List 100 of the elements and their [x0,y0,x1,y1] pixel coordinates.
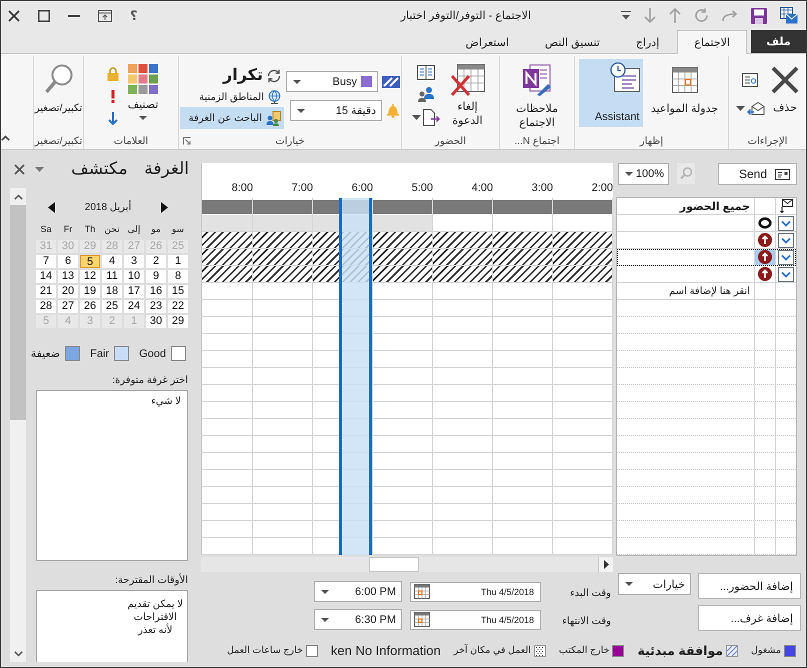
ribbon-tab[interactable]: تنسيق النص [526,30,618,53]
send-button[interactable]: Send [718,163,797,185]
view-button[interactable]: جدولة المواعيد [644,59,724,118]
maximize-icon[interactable] [38,10,50,22]
calendar-icon[interactable] [414,584,430,599]
envelope-icon[interactable] [746,101,764,115]
column-header[interactable]: جميع الحضور [680,200,750,212]
calendar-day[interactable]: 6 [58,255,78,268]
save-icon[interactable] [751,8,767,24]
chevron-down-icon[interactable] [14,650,22,656]
chevron-down-icon[interactable] [778,266,794,282]
meeting-notes-button[interactable]: ملاحظات الاجتماع [507,59,567,132]
calendar-day[interactable]: 9 [146,270,166,283]
arrow-right-icon[interactable] [161,202,168,213]
option-button[interactable]: تكرار [180,65,284,87]
calendar-day[interactable]: 23 [146,300,166,313]
arrow-right-icon[interactable] [604,560,608,569]
delete-button[interactable]: حذف [767,61,802,117]
option-button[interactable]: الباحث عن الغرفة [180,107,284,129]
hour-column[interactable] [373,198,433,555]
hour-column[interactable] [553,198,613,555]
hour-column[interactable] [493,198,553,555]
calendar-day[interactable]: 18 [102,285,122,298]
options-dropdown[interactable]: خيارات [618,573,691,595]
mail-icon[interactable] [780,7,798,24]
attendee-row[interactable] [617,249,796,266]
calendar-day[interactable]: 7 [36,255,56,268]
attendee-row[interactable] [617,232,796,249]
close-icon[interactable] [14,164,25,174]
document-arrow-icon[interactable] [422,109,440,126]
caret-icon[interactable] [35,166,44,172]
end-time-dropdown[interactable]: 6:30 PM [314,609,402,630]
calendar-day[interactable]: 1 [168,255,188,268]
calendar-day[interactable]: 25 [102,300,122,313]
scrollbar-thumb[interactable] [10,205,26,420]
calendar-day[interactable]: 12 [80,270,100,283]
calendar-day[interactable]: 14 [36,270,56,283]
cancel-invitation-button[interactable]: إلغاء الدعوة [442,59,492,130]
ribbon-tab[interactable]: الاجتماع [677,30,747,54]
calendar-day[interactable]: 30 [146,315,166,328]
add-attendees-button[interactable]: إضافة الحضور... [698,573,801,599]
hour-column[interactable] [433,198,493,555]
hour-column[interactable] [253,198,313,555]
caret-icon[interactable] [412,115,420,120]
calendar-day[interactable]: 17 [124,285,144,298]
calendar-day[interactable]: 29 [168,315,188,328]
calendar-day[interactable]: 8 [168,270,188,283]
calendar-day[interactable]: 22 [168,300,188,313]
close-icon[interactable] [8,10,20,22]
calendar-day[interactable]: 3 [124,255,144,268]
calendar-icon[interactable] [414,612,430,627]
calendar-day[interactable]: 13 [58,270,78,283]
help-button[interactable]: ؟ [130,8,138,22]
launcher-icon[interactable] [183,137,191,145]
zoom-dropdown[interactable]: 100% [618,163,669,185]
arrow-left-icon[interactable] [48,202,55,213]
minimize-icon[interactable] [68,14,80,16]
caret-icon[interactable] [736,106,744,110]
calendar-day[interactable]: 11 [102,270,122,283]
caret-icon[interactable] [621,11,631,20]
people-icon[interactable] [416,86,434,103]
calendar-day[interactable]: 2 [146,255,166,268]
attendee-row[interactable] [617,266,796,283]
start-time-dropdown[interactable]: 6:00 PM [314,581,402,602]
chevron-down-icon[interactable] [778,250,794,264]
option-button[interactable]: المناطق الزمنية [180,89,284,105]
view-button[interactable]: Assistant [578,59,642,127]
chevron-up-icon[interactable] [1,135,10,141]
calendar-day[interactable]: 26 [80,300,100,313]
address-book-icon[interactable] [416,65,434,80]
ribbon-display-icon[interactable] [98,10,112,22]
scrollbar-thumb[interactable] [369,557,419,572]
file-tab[interactable]: ملف [751,30,806,53]
ribbon-tab[interactable]: إدراج [618,30,678,53]
calendar-day[interactable]: 24 [124,300,144,313]
envelope-icon[interactable] [780,199,792,213]
calendar-day[interactable]: 19 [80,285,100,298]
calendar-day[interactable]: 4 [102,255,122,268]
calendar-day[interactable]: 27 [58,300,78,313]
hour-column[interactable] [202,198,253,555]
meeting-time-band[interactable] [339,198,372,555]
add-rooms-button[interactable]: إضافة غرف... [698,605,801,631]
calendar-day[interactable]: 28 [36,300,56,313]
end-date-field[interactable]: Thu 4/5/2018 [410,610,541,630]
room-item[interactable]: لا شيء [151,396,181,407]
exclamation-icon[interactable] [110,90,115,103]
categorize-button[interactable]: تصنيف [124,59,162,122]
vertical-scrollbar[interactable] [10,188,26,662]
card-icon[interactable] [742,73,758,87]
calendar-day[interactable]: 15 [168,285,188,298]
reminder-dropdown[interactable]: 15 دقيقة [290,100,382,121]
chevron-down-icon[interactable] [778,232,794,248]
zoom-button[interactable]: تكبير/تصغير [32,59,86,118]
calendar-day[interactable]: 16 [146,285,166,298]
show-as-dropdown[interactable]: Busy [286,71,378,92]
calendar-day[interactable]: 5 [80,255,100,268]
attendee-row[interactable] [617,215,796,232]
chevron-down-icon[interactable] [778,216,794,230]
add-name-field[interactable]: انقر هنا لإضافة اسم [617,284,750,298]
ribbon-tab[interactable]: استعراض [448,30,527,53]
